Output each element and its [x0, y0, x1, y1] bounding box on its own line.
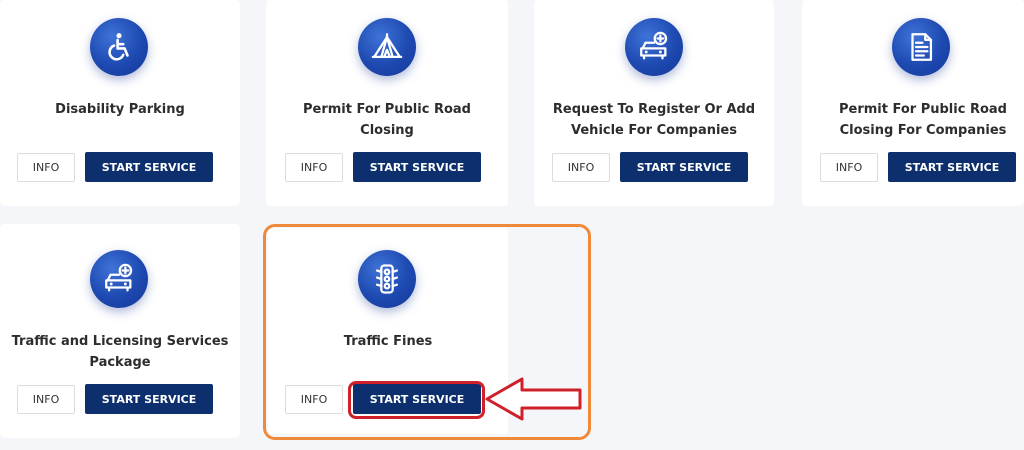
info-button[interactable]: INFO: [820, 153, 878, 182]
start-service-button[interactable]: START SERVICE: [85, 152, 213, 182]
service-card-register-vehicle: Request To Register Or Add Vehicle For C…: [534, 0, 774, 206]
info-button[interactable]: INFO: [552, 153, 610, 182]
start-service-button[interactable]: START SERVICE: [620, 152, 748, 182]
wheelchair-icon: [90, 18, 148, 76]
service-card-traffic-licensing-package: Traffic and Licensing Services Package I…: [0, 224, 240, 438]
service-card-road-closing: Permit For Public Road Closing INFO STAR…: [266, 0, 508, 206]
start-service-button[interactable]: START SERVICE: [85, 384, 213, 414]
tent-icon: [358, 18, 416, 76]
service-card-traffic-fines: Traffic Fines INFO START SERVICE: [268, 228, 508, 434]
start-service-button[interactable]: START SERVICE: [888, 152, 1016, 182]
car-add-icon: [625, 18, 683, 76]
info-button[interactable]: INFO: [17, 153, 75, 182]
info-button[interactable]: INFO: [285, 385, 343, 414]
document-icon: [892, 18, 950, 76]
info-button[interactable]: INFO: [285, 153, 343, 182]
service-card-disability-parking: Disability Parking INFO START SERVICE: [0, 0, 240, 206]
start-service-button[interactable]: START SERVICE: [353, 152, 481, 182]
service-card-road-closing-companies: Permit For Public Road Closing For Compa…: [802, 0, 1024, 206]
info-button[interactable]: INFO: [17, 385, 75, 414]
car-add-icon: [90, 250, 148, 308]
start-service-button[interactable]: START SERVICE: [353, 384, 481, 414]
traffic-light-icon: [358, 250, 416, 308]
card-title: Request To Register Or Add Vehicle For C…: [552, 102, 756, 138]
card-title: Traffic Fines: [343, 334, 433, 349]
card-title: Permit For Public Road Closing For Compa…: [839, 102, 1007, 138]
card-title: Permit For Public Road Closing: [303, 102, 471, 138]
card-title: Traffic and Licensing Services Package: [11, 334, 229, 370]
card-title: Disability Parking: [55, 102, 185, 117]
